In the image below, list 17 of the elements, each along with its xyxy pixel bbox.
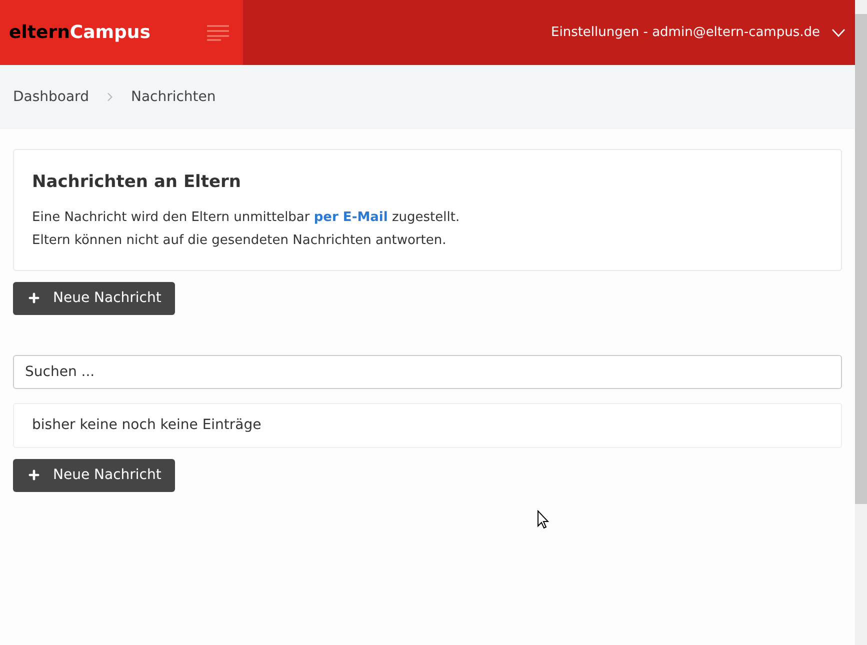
cursor-icon xyxy=(537,510,549,529)
settings-menu[interactable]: Einstellungen - admin@eltern-campus.de xyxy=(551,22,845,42)
new-message-button[interactable]: Neue Nachricht xyxy=(13,282,176,314)
logo-text: elternCampus xyxy=(9,21,150,45)
plus-icon xyxy=(27,468,41,482)
plus-icon xyxy=(27,291,41,305)
scrollbar[interactable] xyxy=(855,0,867,645)
info-text: Eltern können nicht auf die gesendeten Nachrichten antworten. xyxy=(32,232,448,250)
menu-icon[interactable] xyxy=(207,24,229,40)
new-message-button[interactable]: Neue Nachricht xyxy=(13,458,176,492)
breadcrumb-link[interactable]: Dashboard xyxy=(13,86,89,108)
breadcrumb-link[interactable]: Nachrichten xyxy=(130,86,216,108)
info-text: Eine Nachricht wird den Eltern unmittelbar per E-Mail zugestellt. xyxy=(32,208,461,226)
search-field[interactable]: Suchen ... xyxy=(13,354,842,388)
card-title: Nachrichten an Eltern xyxy=(32,171,242,194)
chevron-down-icon xyxy=(832,28,845,36)
empty-message: bisher keine noch keine Einträge xyxy=(32,416,262,434)
